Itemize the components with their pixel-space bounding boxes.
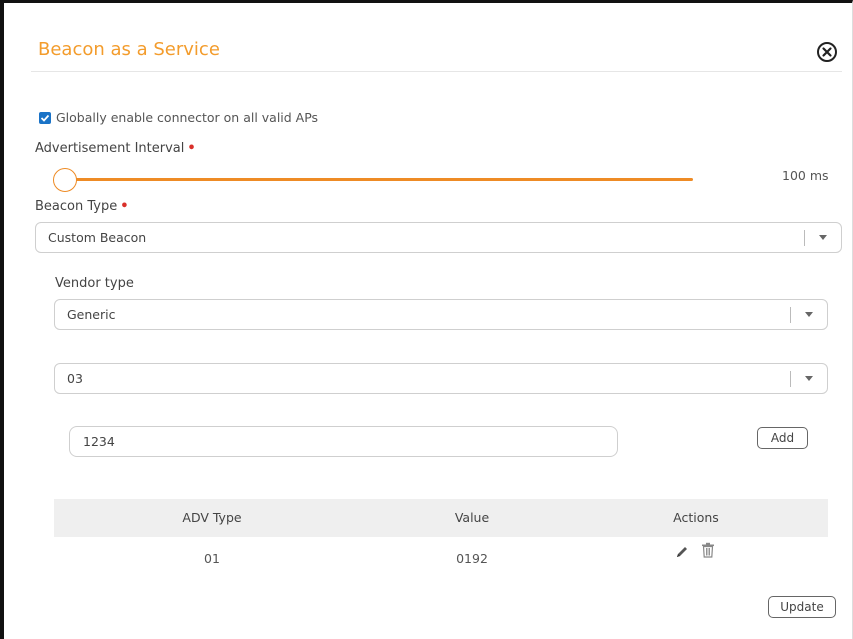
table-cell-adv-type: 01 bbox=[204, 551, 220, 566]
checkmark-icon bbox=[40, 114, 50, 122]
advertisement-interval-text: Advertisement Interval bbox=[35, 141, 185, 156]
pencil-icon[interactable] bbox=[674, 544, 690, 560]
trash-icon[interactable] bbox=[701, 542, 715, 558]
chevron-down-icon[interactable] bbox=[805, 235, 841, 240]
required-marker: • bbox=[120, 199, 129, 214]
vendor-type-select[interactable]: Generic bbox=[54, 299, 828, 330]
global-enable-row: Globally enable connector on all valid A… bbox=[39, 110, 318, 125]
advertisement-interval-slider-thumb[interactable] bbox=[53, 168, 77, 192]
column-header-adv-type: ADV Type bbox=[182, 510, 242, 525]
advertisement-interval-slider-track[interactable] bbox=[56, 178, 693, 181]
update-button[interactable]: Update bbox=[768, 596, 836, 618]
beacon-type-label: Beacon Type • bbox=[35, 199, 129, 214]
global-enable-checkbox[interactable] bbox=[39, 111, 51, 124]
beacon-type-text: Beacon Type bbox=[35, 199, 118, 214]
vendor-type-label: Vendor type bbox=[55, 276, 134, 291]
close-icon[interactable] bbox=[816, 41, 838, 63]
chevron-down-icon[interactable] bbox=[791, 312, 827, 317]
table-cell-value: 0192 bbox=[456, 551, 488, 566]
title-divider bbox=[31, 71, 842, 72]
adv-type-select[interactable]: 03 bbox=[54, 363, 828, 394]
beacon-type-select[interactable]: Custom Beacon bbox=[35, 222, 842, 253]
column-header-actions: Actions bbox=[673, 510, 719, 525]
dialog-title: Beacon as a Service bbox=[38, 39, 220, 60]
advertisement-interval-label: Advertisement Interval • bbox=[35, 141, 196, 156]
chevron-down-icon[interactable] bbox=[791, 376, 827, 381]
column-header-value: Value bbox=[454, 510, 490, 525]
required-marker: • bbox=[187, 141, 196, 156]
beacon-type-selected: Custom Beacon bbox=[48, 230, 147, 245]
dialog-frame: Beacon as a Service Globally enable conn… bbox=[0, 0, 853, 639]
global-enable-label: Globally enable connector on all valid A… bbox=[56, 110, 319, 125]
table-header: ADV Type Value Actions bbox=[54, 499, 828, 537]
adv-type-selected: 03 bbox=[67, 371, 83, 386]
advertisement-interval-value: 100 ms bbox=[782, 168, 829, 183]
add-button[interactable]: Add bbox=[757, 427, 808, 449]
value-input[interactable]: 1234 bbox=[69, 426, 618, 457]
vendor-type-selected: Generic bbox=[67, 307, 116, 322]
